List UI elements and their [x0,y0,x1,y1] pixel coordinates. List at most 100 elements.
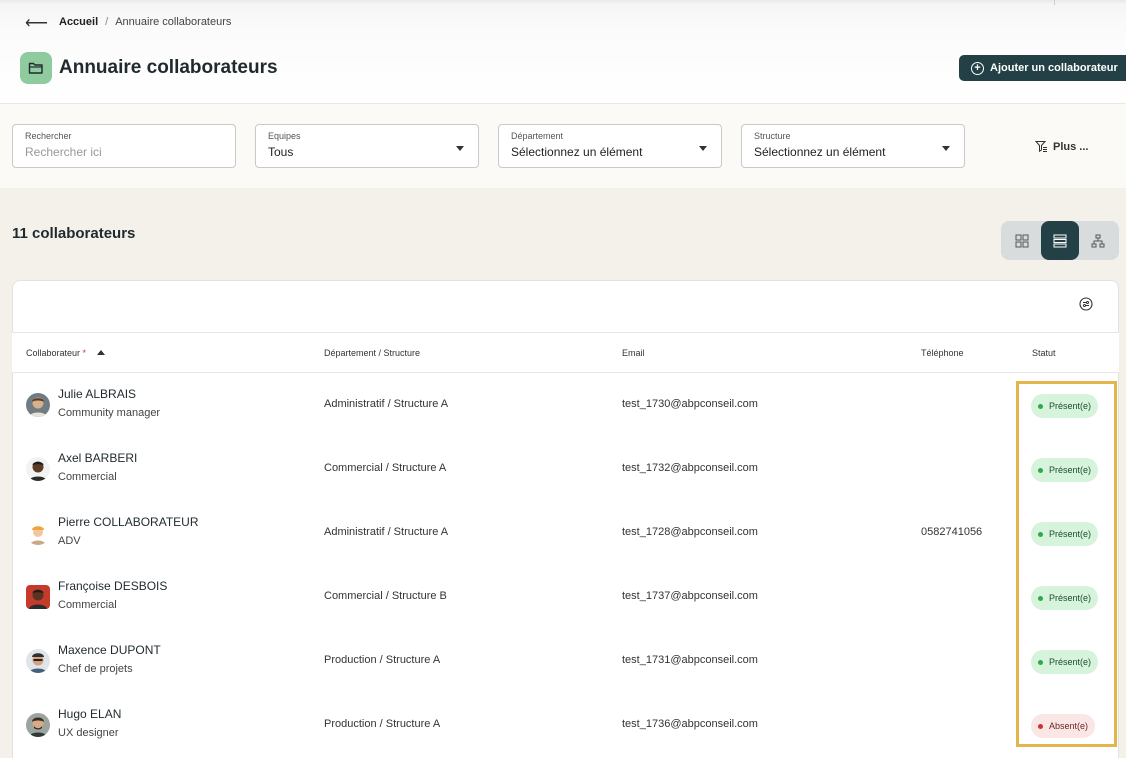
table-row[interactable]: Axel BARBERI Commercial Commercial / Str… [12,436,1119,500]
collaborator-column-label: Collaborateur [26,348,81,358]
structure-label: Structure [754,131,791,141]
breadcrumb-separator: / [105,16,109,28]
department-label: Département [511,131,564,141]
teams-select[interactable]: Equipes Tous [255,124,479,168]
view-mode-toggle [1001,221,1119,260]
status-badge: Présent(e) [1031,650,1099,674]
table-row[interactable]: Pierre COLLABORATEUR ADV Administratif /… [12,500,1119,564]
table-row[interactable]: Maxence DUPONT Chef de projets Productio… [12,628,1119,692]
collaborator-name[interactable]: Axel BARBERI [58,451,137,465]
avatar [26,649,50,673]
more-filters-label: Plus ... [1053,140,1089,153]
filter-list-icon [1035,141,1047,153]
filter-bar: Rechercher Rechercher ici Equipes Tous D… [0,104,1126,188]
column-header-department[interactable]: Département / Structure [324,348,420,358]
avatar [26,393,50,417]
top-strip [0,0,1126,5]
structure-select[interactable]: Structure Sélectionnez un élément [741,124,965,168]
status-badge: Présent(e) [1031,522,1099,546]
status-dot [1038,403,1043,409]
status-dot [1038,595,1043,601]
sort-ascending-icon[interactable] [96,350,105,355]
collaborator-name[interactable]: Françoise DESBOIS [58,579,167,593]
status-dot [1038,723,1043,729]
collaborator-role: Commercial [58,599,117,611]
table-row[interactable]: Julie ALBRAIS Community manager Administ… [12,372,1119,436]
status-label: Présent(e) [1049,529,1092,539]
structure-value: Sélectionnez un élément [754,145,886,159]
teams-label: Equipes [268,131,301,141]
more-filters-button[interactable]: Plus ... [1035,140,1088,153]
collaborator-name[interactable]: Hugo ELAN [58,707,121,721]
column-header-email[interactable]: Email [622,348,645,358]
department-cell: Administratif / Structure A [324,526,449,538]
department-cell: Commercial / Structure A [324,462,447,474]
add-collaborator-button[interactable]: + Ajouter un collaborateur [959,55,1126,81]
table-row[interactable]: Hugo ELAN UX designer Production / Struc… [12,692,1119,756]
department-cell: Administratif / Structure A [324,398,449,410]
search-field[interactable]: Rechercher Rechercher ici [12,124,236,168]
status-label: Présent(e) [1049,657,1092,667]
department-cell: Production / Structure A [324,718,441,730]
required-mark: * [82,348,87,358]
phone-cell: 0582741056 [921,526,983,538]
collaborator-name[interactable]: Maxence DUPONT [58,643,161,657]
column-header-status[interactable]: Statut [1032,348,1056,358]
collaborator-role: UX designer [58,727,119,739]
email-cell[interactable]: test_1730@abpconseil.com [622,398,758,410]
avatar [26,585,50,609]
department-cell: Commercial / Structure B [324,590,447,602]
grid-view-button[interactable] [1003,221,1041,260]
email-cell[interactable]: test_1731@abpconseil.com [622,654,758,666]
collaborator-name[interactable]: Pierre COLLABORATEUR [58,515,198,529]
list-view-button[interactable] [1041,221,1079,260]
breadcrumb-current: Annuaire collaborateurs [115,16,232,28]
column-settings-icon[interactable] [1079,297,1093,311]
teams-value: Tous [268,145,294,159]
status-badge: Absent(e) [1031,714,1096,738]
chevron-down-icon[interactable] [699,146,707,151]
org-chart-view-button[interactable] [1079,221,1117,260]
breadcrumb: Accueil / Annuaire collaborateurs [59,16,231,28]
list-view-icon [1053,234,1067,247]
column-header-phone[interactable]: Téléphone [921,348,964,358]
column-header-collaborator[interactable]: Collaborateur * [26,348,105,358]
email-cell[interactable]: test_1736@abpconseil.com [622,718,758,730]
back-arrow-icon[interactable]: ⟵ [25,13,48,33]
avatar [26,457,50,481]
breadcrumb-home[interactable]: Accueil [59,16,98,28]
email-cell[interactable]: test_1737@abpconseil.com [622,590,758,602]
department-cell: Production / Structure A [324,654,441,666]
status-badge: Présent(e) [1031,458,1099,482]
collaborator-role: Commercial [58,471,117,483]
collaborator-count: 11 collaborateurs [12,225,136,242]
collaborator-role: ADV [58,535,81,547]
page-title: Annuaire collaborateurs [59,57,278,78]
email-cell[interactable]: test_1732@abpconseil.com [622,462,758,474]
status-label: Présent(e) [1049,465,1092,475]
collaborator-role: Chef de projets [58,663,133,675]
folder-icon [20,52,52,84]
org-chart-icon [1091,234,1105,247]
add-collaborator-label: Ajouter un collaborateur [990,62,1118,74]
page-header: ⟵ Accueil / Annuaire collaborateurs Annu… [0,0,1126,104]
chevron-down-icon[interactable] [942,146,950,151]
table-row[interactable]: Françoise DESBOIS Commercial Commercial … [12,564,1119,628]
status-badge: Présent(e) [1031,586,1099,610]
status-label: Présent(e) [1049,593,1092,603]
search-label: Rechercher [25,131,72,141]
collaborator-name[interactable]: Julie ALBRAIS [58,387,136,401]
plus-circle-icon: + [971,61,984,75]
status-dot [1038,531,1043,537]
department-value: Sélectionnez un élément [511,145,643,159]
status-dot [1038,467,1043,473]
email-cell[interactable]: test_1728@abpconseil.com [622,526,758,538]
status-dot [1038,659,1043,665]
chevron-down-icon[interactable] [456,146,464,151]
search-input[interactable]: Rechercher ici [25,145,223,159]
top-strip-divider [1054,0,1055,5]
avatar [26,713,50,737]
avatar [26,521,50,545]
department-select[interactable]: Département Sélectionnez un élément [498,124,722,168]
grid-view-icon [1015,234,1029,247]
